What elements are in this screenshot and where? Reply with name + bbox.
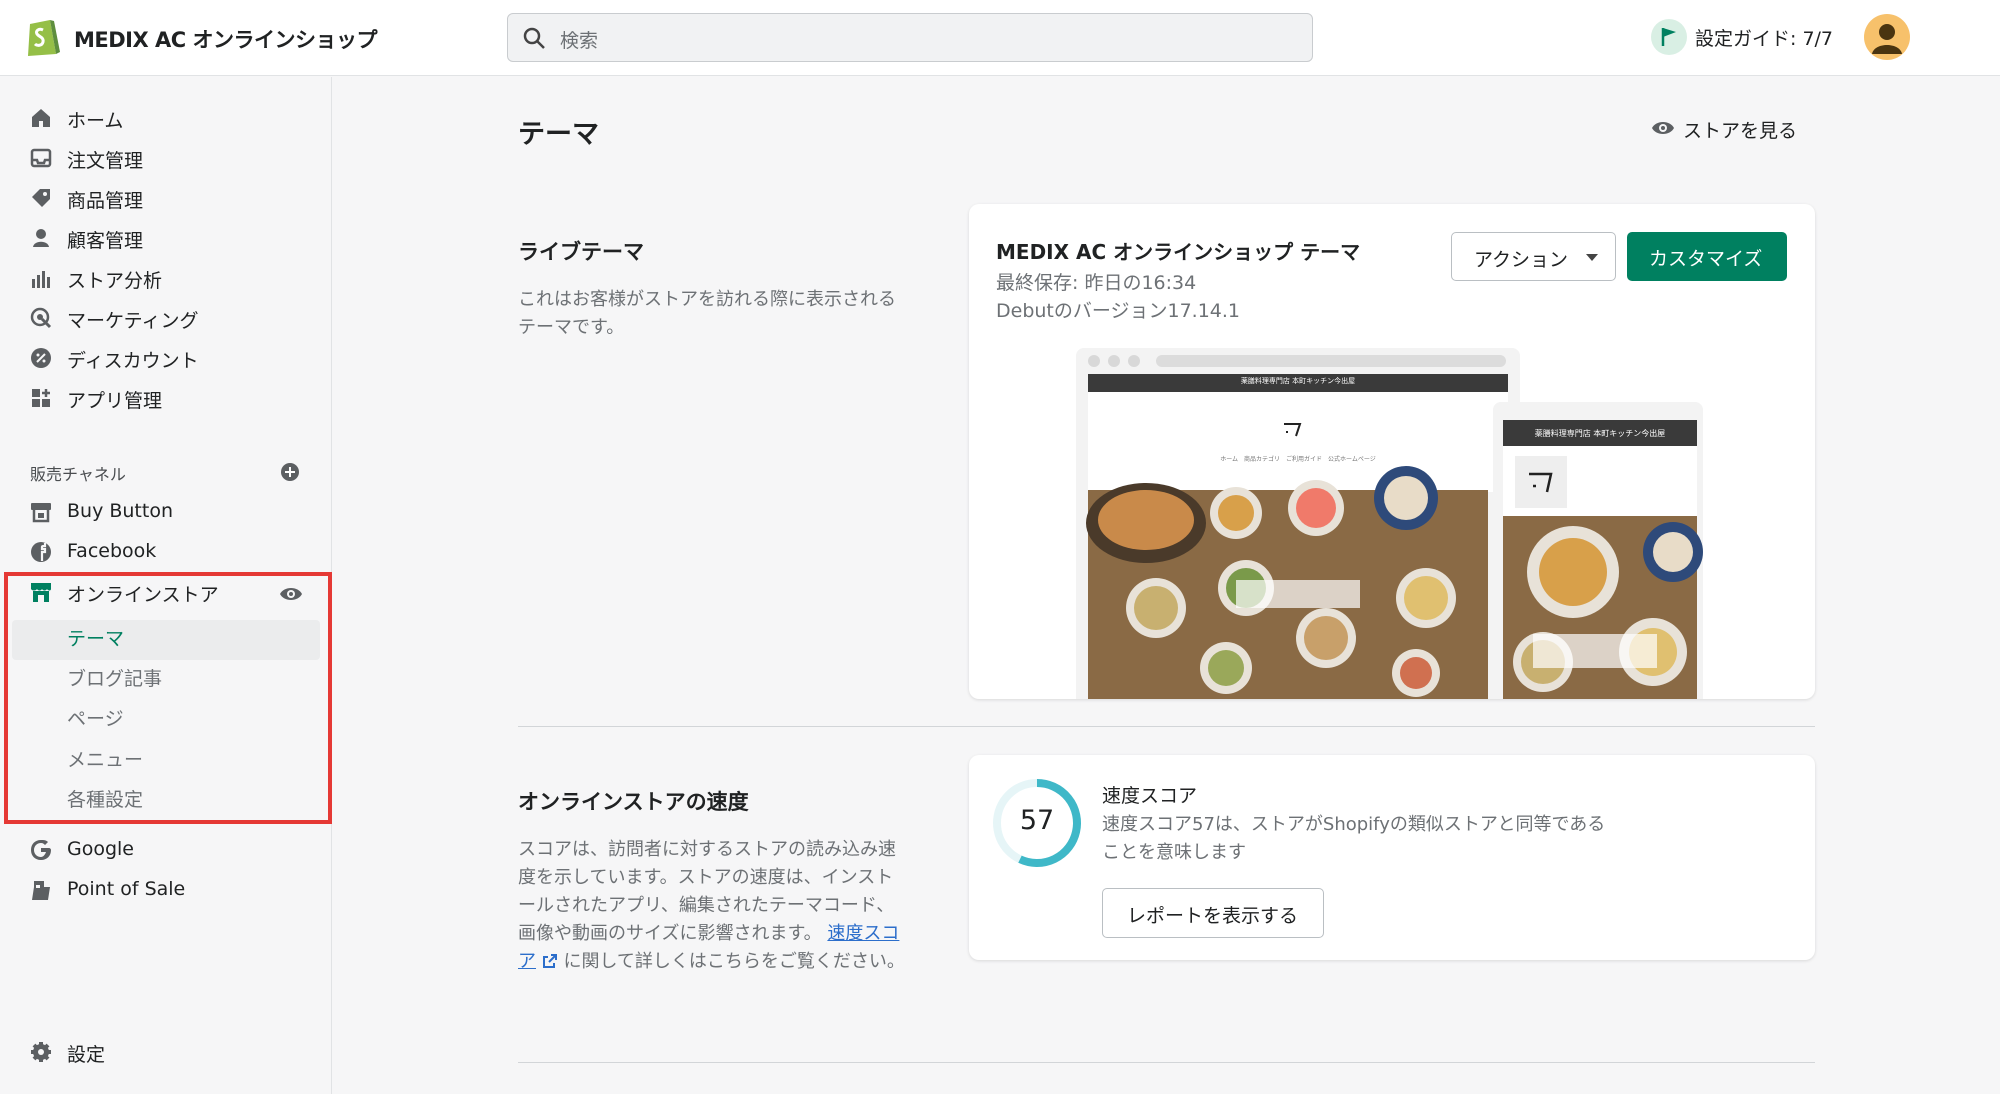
- buy-button-icon: [31, 503, 51, 523]
- home-icon: [32, 109, 50, 127]
- theme-name: MEDIX AC オンラインショップ テーマ: [996, 240, 1361, 264]
- nav-marketing[interactable]: マーケティング: [30, 301, 320, 337]
- nav-marketing-label: マーケティング: [67, 310, 199, 332]
- shopify-logo-icon[interactable]: [24, 14, 62, 58]
- inbox-icon: [30, 148, 52, 168]
- theme-version: Debutのバージョン17.14.1: [996, 300, 1241, 322]
- nav-orders-label: 注文管理: [67, 150, 144, 172]
- view-report-label: レポートを表示する: [1127, 905, 1299, 927]
- channel-google[interactable]: Google: [30, 833, 320, 869]
- speed-heading: オンラインストアの速度: [518, 790, 749, 814]
- online-store-highlight-box: [4, 572, 332, 824]
- section-divider: [518, 726, 1815, 727]
- page-title: テーマ: [518, 119, 599, 150]
- actions-button-label: アクション: [1474, 249, 1569, 271]
- desktop-preview-banner: 薬膳料理専門店 本町キッチン今出屋: [1240, 377, 1356, 385]
- actions-button[interactable]: アクション: [1451, 232, 1616, 281]
- nav-products-label: 商品管理: [67, 190, 144, 212]
- discount-icon: [31, 348, 51, 368]
- person-icon: [33, 229, 49, 247]
- top-bar: MEDIX AC オンラインショップ 検索 設定ガイド: 7/7: [0, 0, 2000, 76]
- desktop-preview-image: [1076, 348, 1520, 699]
- theme-last-saved: 最終保存: 昨日の16:34: [996, 272, 1197, 294]
- nav-apps-label: アプリ管理: [67, 390, 163, 412]
- speed-link-suffix: に関して詳しくはこちらをご覧ください。: [563, 951, 905, 972]
- tag-icon: [32, 189, 50, 207]
- person-icon: [1872, 24, 1902, 54]
- google-icon: [31, 840, 51, 860]
- eye-icon: [1652, 122, 1674, 134]
- user-avatar[interactable]: [1864, 14, 1910, 60]
- live-theme-heading: ライブテーマ: [518, 240, 644, 264]
- channel-buy-button[interactable]: Buy Button: [30, 495, 320, 531]
- section-divider-bottom: [518, 1062, 1815, 1063]
- nav-home[interactable]: ホーム: [30, 101, 320, 137]
- nav-customers-label: 顧客管理: [67, 230, 144, 252]
- speed-score-description: 速度スコア57は、ストアがShopifyの類似ストアと同等であることを意味します: [1102, 814, 1606, 863]
- desktop-preview-nav: ホーム 商品カテゴリ ご利用ガイド 公式ホームページ: [1220, 456, 1376, 463]
- facebook-icon: [31, 542, 51, 562]
- nav-discounts[interactable]: ディスカウント: [30, 341, 320, 377]
- nav-settings[interactable]: 設定: [30, 1035, 320, 1071]
- nav-orders[interactable]: 注文管理: [30, 141, 320, 177]
- nav-products[interactable]: 商品管理: [30, 181, 320, 217]
- bar-chart-icon: [32, 271, 50, 288]
- desktop-theme-preview[interactable]: 薬膳料理専門店 本町キッチン今出屋 ホーム 商品カテゴリ ご利用ガイド 公式ホー…: [1076, 348, 1520, 699]
- view-report-button[interactable]: レポートを表示する: [1102, 888, 1324, 938]
- search-input[interactable]: 検索: [507, 13, 1313, 62]
- flag-icon: [1651, 19, 1687, 55]
- speed-score-value: 57: [1019, 805, 1055, 836]
- mobile-preview-image: [1493, 402, 1703, 699]
- setup-guide-label: 設定ガイド: 7/7: [1695, 28, 1834, 50]
- nav-settings-label: 設定: [67, 1044, 106, 1066]
- shop-name[interactable]: MEDIX AC オンラインショップ: [74, 24, 377, 54]
- sales-channels-title: 販売チャネル: [30, 465, 126, 484]
- apps-icon: [32, 389, 50, 407]
- caret-down-icon: [1586, 254, 1598, 261]
- channel-buy-button-label: Buy Button: [67, 500, 174, 522]
- nav-apps[interactable]: アプリ管理: [30, 381, 320, 417]
- mobile-preview-banner: 薬膳料理専門店 本町キッチン今出屋: [1534, 429, 1666, 438]
- search-placeholder: 検索: [560, 30, 599, 52]
- nav-home-label: ホーム: [67, 110, 124, 132]
- pos-icon: [32, 881, 50, 900]
- view-store-label: ストアを見る: [1683, 120, 1798, 142]
- nav-analytics[interactable]: ストア分析: [30, 261, 320, 297]
- speed-description: スコアは、訪問者に対するストアの読み込み速度を示しています。ストアの速度は、イン…: [518, 836, 908, 976]
- speed-score-title: 速度スコア: [1102, 785, 1198, 807]
- target-icon: [30, 307, 52, 329]
- nav-analytics-label: ストア分析: [67, 270, 163, 292]
- search-icon: [523, 27, 545, 49]
- customize-button[interactable]: カスタマイズ: [1627, 232, 1787, 281]
- customize-button-label: カスタマイズ: [1649, 248, 1763, 270]
- add-channel-icon[interactable]: [280, 462, 300, 482]
- channel-google-label: Google: [67, 838, 135, 860]
- channel-facebook-label: Facebook: [67, 540, 157, 562]
- channel-facebook[interactable]: Facebook: [30, 535, 320, 571]
- nav-discounts-label: ディスカウント: [67, 350, 199, 372]
- live-theme-description: これはお客様がストアを訪れる際に表示されるテーマです。: [518, 289, 896, 338]
- external-link-icon[interactable]: [542, 953, 558, 969]
- speed-card: 57 速度スコア 速度スコア57は、ストアがShopifyの類似ストアと同等であ…: [969, 755, 1815, 960]
- live-theme-card: MEDIX AC オンラインショップ テーマ 最終保存: 昨日の16:34 De…: [969, 204, 1815, 699]
- gear-icon: [31, 1042, 51, 1062]
- channel-pos-label: Point of Sale: [67, 878, 186, 900]
- nav-customers[interactable]: 顧客管理: [30, 221, 320, 257]
- channel-point-of-sale[interactable]: Point of Sale: [30, 873, 320, 909]
- mobile-theme-preview[interactable]: 薬膳料理専門店 本町キッチン今出屋: [1493, 402, 1703, 699]
